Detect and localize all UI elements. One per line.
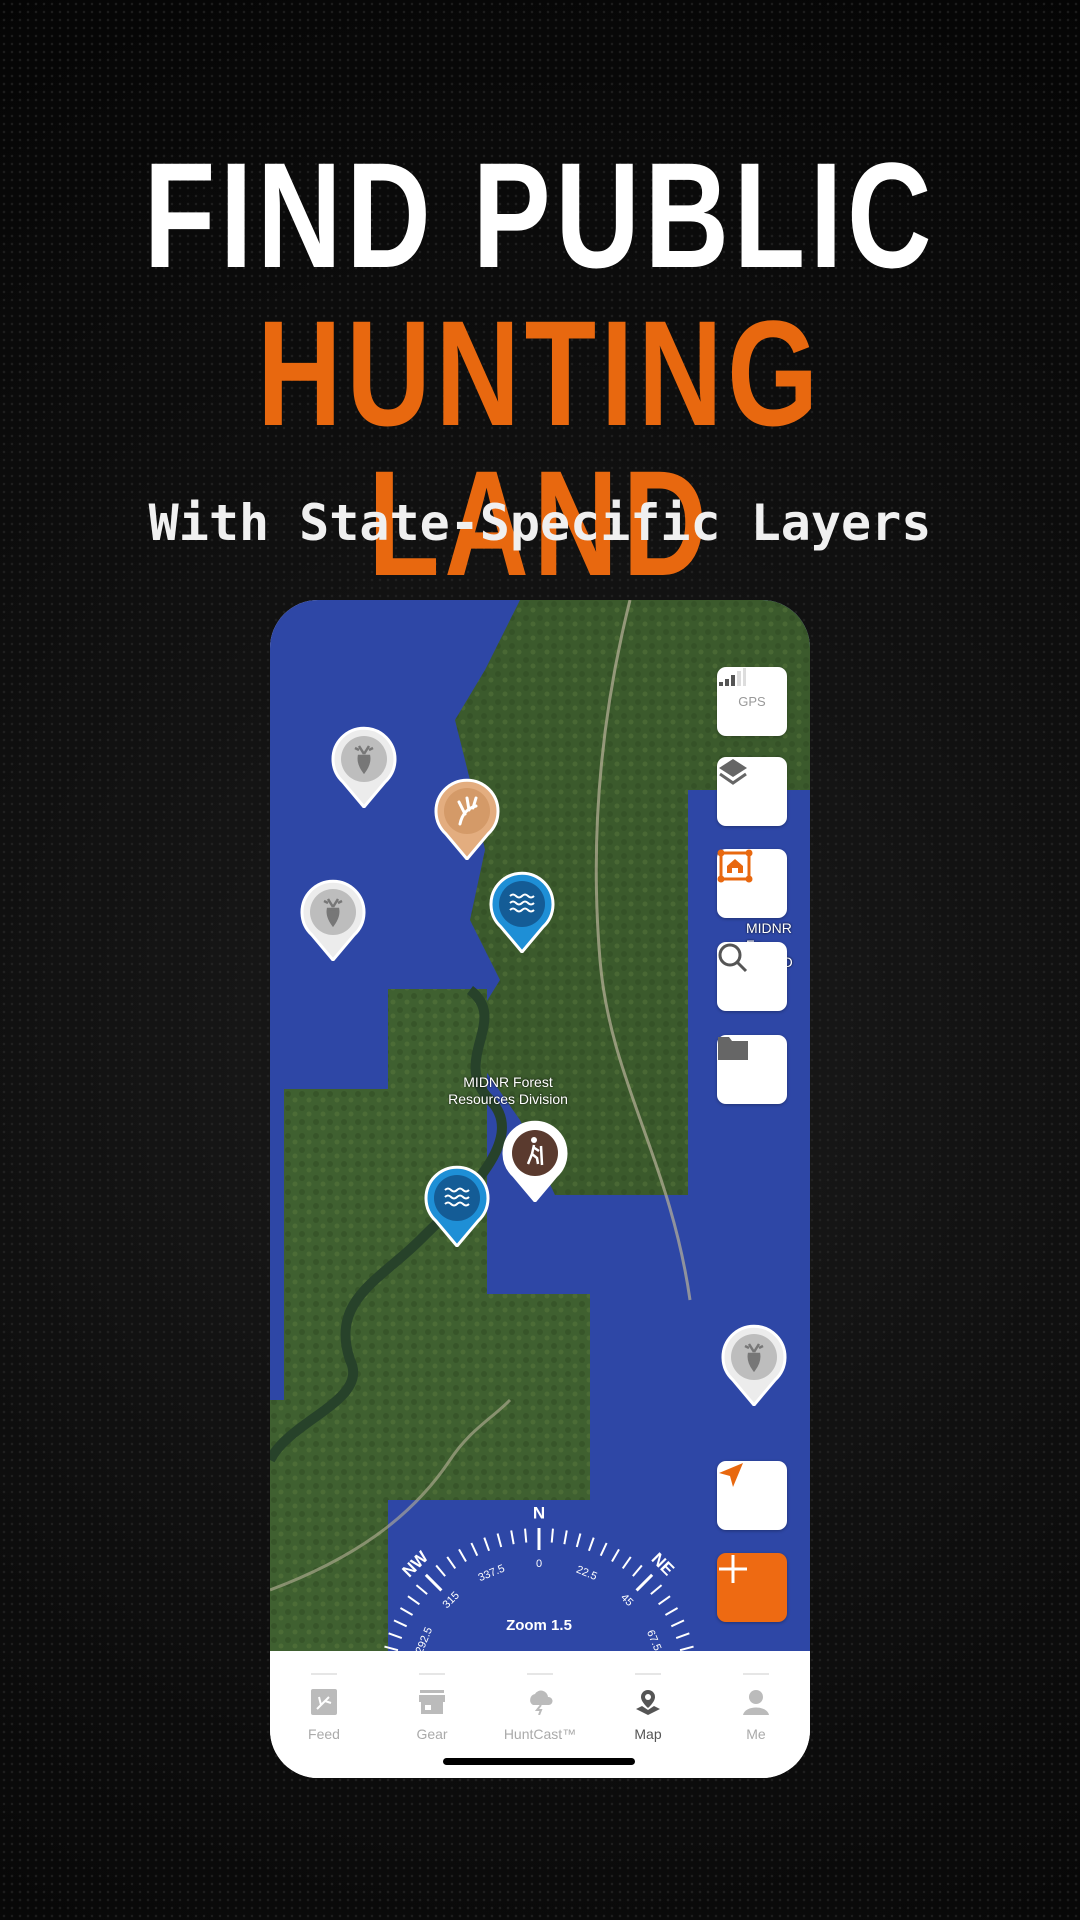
tab-map[interactable]: Map <box>594 1673 702 1742</box>
zoom-level: Zoom 1.5 <box>506 1617 572 1634</box>
deer-head-icon <box>721 1324 787 1406</box>
gps-signal-icon <box>719 668 746 686</box>
compass-cardinal: N <box>533 1503 545 1522</box>
search-icon <box>718 943 748 973</box>
compass-tick <box>650 1584 663 1595</box>
property-boundary-button[interactable] <box>717 849 787 918</box>
compass-tick <box>483 1537 491 1552</box>
map-pin-water[interactable] <box>489 871 555 953</box>
compass-cardinal: NE <box>648 1549 678 1579</box>
compass-tick <box>424 1573 443 1592</box>
deer-head-icon <box>331 726 397 808</box>
phone-screen: NW N NE 292.5 315 337.5 0 22.5 45 67.5 Zoom 1.5 MI… <box>270 600 810 1778</box>
compass-tick <box>658 1595 671 1606</box>
storm-cloud-icon <box>530 1690 553 1716</box>
map-pin-trail[interactable] <box>502 1120 568 1202</box>
folder-icon <box>718 1037 748 1060</box>
compass-degree: 45 <box>618 1592 635 1609</box>
compass-tick <box>510 1530 515 1545</box>
compass-tick <box>388 1632 403 1640</box>
profile-icon <box>743 1690 769 1715</box>
plus-icon <box>719 1555 747 1583</box>
locate-arrow-icon <box>719 1463 743 1487</box>
map-pin-water[interactable] <box>424 1165 490 1247</box>
compass-tick <box>599 1542 608 1557</box>
map-view[interactable]: NW N NE 292.5 315 337.5 0 22.5 45 67.5 Zoom 1.5 MI… <box>270 600 810 1651</box>
map-label: MIDNR Forest Resources Division <box>448 1074 568 1107</box>
compass-tick <box>496 1533 503 1548</box>
subtitle: With State-Specific Layers <box>148 494 932 552</box>
compass-dial[interactable]: NWNNE292.5315337.5 0 22.54567.5Zoom 1.5 <box>381 1503 696 1651</box>
compass-tick <box>415 1584 428 1595</box>
compass-tick <box>399 1607 414 1616</box>
compass-degree: 0 <box>536 1558 542 1570</box>
compass-tick <box>675 1632 690 1640</box>
search-button[interactable] <box>717 942 787 1011</box>
compass-tick <box>632 1564 643 1577</box>
compass-tick <box>575 1533 582 1548</box>
compass-tick <box>621 1556 632 1569</box>
compass-degree: 315 <box>441 1590 462 1611</box>
compass-tick <box>635 1573 654 1592</box>
compass-tick <box>435 1564 446 1577</box>
compass-tick <box>446 1556 457 1569</box>
compass-tick <box>550 1528 554 1543</box>
feed-icon <box>311 1689 337 1715</box>
compass-degree: 67.5 <box>644 1628 663 1651</box>
water-waves-icon <box>424 1165 490 1247</box>
compass-tick <box>393 1619 408 1628</box>
add-button[interactable] <box>717 1553 787 1622</box>
map-pin-deer[interactable] <box>300 879 366 961</box>
compass-tick <box>458 1548 467 1563</box>
property-boundary-icon <box>717 849 753 883</box>
tab-feed[interactable]: Feed <box>270 1673 378 1742</box>
headline-line2: HUNTING LAND <box>257 289 823 607</box>
compass-tick <box>670 1619 685 1628</box>
compass-tick <box>611 1548 620 1563</box>
deer-head-icon <box>300 879 366 961</box>
tab-me[interactable]: Me <box>702 1673 810 1742</box>
compass-tick <box>407 1595 420 1606</box>
antler-icon <box>434 778 500 860</box>
gps-button[interactable]: GPS <box>717 667 787 736</box>
compass-tick <box>470 1542 479 1557</box>
home-indicator <box>443 1758 635 1765</box>
folder-button[interactable] <box>717 1035 787 1104</box>
compass-degree: 292.5 <box>414 1625 436 1651</box>
store-icon <box>419 1690 445 1714</box>
compass-degree: 22.5 <box>574 1564 598 1583</box>
compass-tick <box>563 1530 568 1545</box>
compass-tick <box>524 1528 528 1543</box>
layers-button[interactable] <box>717 757 787 826</box>
map-pin-deer[interactable] <box>721 1324 787 1406</box>
tab-huntcast[interactable]: HuntCast™ <box>486 1673 594 1742</box>
headline-line1: FIND PUBLIC <box>143 131 937 299</box>
tab-gear[interactable]: Gear <box>378 1673 486 1742</box>
compass-tick <box>664 1607 679 1616</box>
water-waves-icon <box>489 871 555 953</box>
layers-icon <box>719 759 747 785</box>
map-pin-deer[interactable] <box>331 726 397 808</box>
map-pin-icon <box>636 1690 660 1715</box>
map-pin-shed[interactable] <box>434 778 500 860</box>
compass-tick <box>587 1537 595 1552</box>
locate-button[interactable] <box>717 1461 787 1530</box>
compass-tick <box>679 1645 694 1651</box>
hiker-icon <box>502 1120 568 1202</box>
compass-degree: 337.5 <box>476 1563 506 1585</box>
